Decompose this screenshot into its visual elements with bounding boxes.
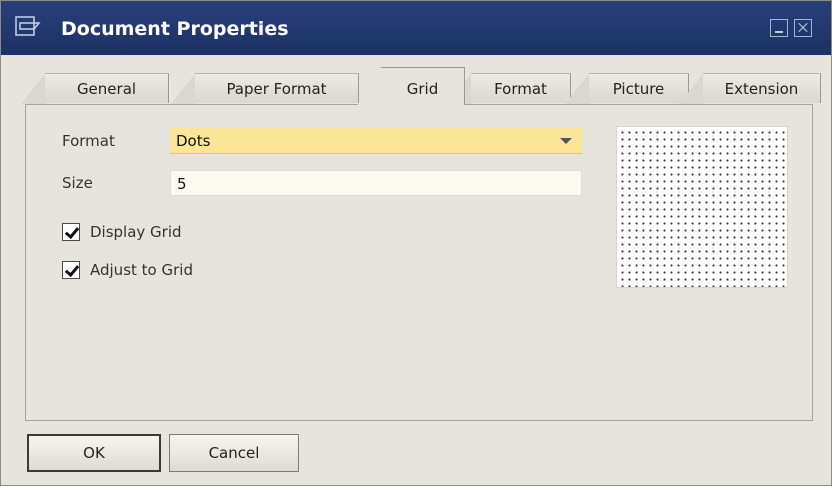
format-value: Dots	[176, 132, 211, 150]
format-dropdown[interactable]: Dots	[170, 128, 582, 154]
size-value: 5	[177, 175, 187, 193]
tab-label: Paper Format	[226, 80, 327, 98]
minimize-button[interactable]	[770, 19, 788, 37]
size-input[interactable]: 5	[170, 170, 582, 196]
tab-picture[interactable]: Picture	[565, 73, 689, 104]
ok-button[interactable]: OK	[27, 434, 161, 472]
tab-extension[interactable]: Extension	[679, 73, 821, 104]
tab-grid[interactable]: Grid	[357, 67, 465, 106]
tab-label: Picture	[612, 80, 665, 98]
tab-label: Grid	[406, 80, 439, 98]
close-button[interactable]	[794, 19, 812, 37]
window-title: Document Properties	[61, 18, 289, 40]
tab-label: Extension	[724, 80, 799, 98]
document-properties-dialog: Document Properties General Paper Format…	[0, 0, 832, 486]
title-bar[interactable]: Document Properties	[1, 1, 831, 55]
tab-label: General	[76, 80, 137, 98]
tab-format[interactable]: Format	[447, 73, 571, 104]
cancel-button[interactable]: Cancel	[169, 434, 299, 472]
document-icon	[15, 16, 41, 36]
display-grid-label: Display Grid	[90, 223, 182, 241]
adjust-grid-checkbox[interactable]	[62, 261, 80, 279]
format-label: Format	[62, 132, 115, 150]
tab-general[interactable]: General	[21, 73, 169, 104]
display-grid-checkbox[interactable]	[62, 223, 80, 241]
tab-paper-format[interactable]: Paper Format	[171, 73, 359, 104]
size-label: Size	[62, 174, 93, 192]
chevron-down-icon[interactable]	[560, 138, 572, 144]
tab-strip: General Paper Format Grid Format Picture…	[21, 65, 823, 106]
adjust-grid-label: Adjust to Grid	[90, 261, 193, 279]
grid-tab-panel: Format Dots Size 5 Display Grid Adjust t…	[25, 104, 813, 421]
tab-label: Format	[494, 80, 547, 98]
grid-preview	[616, 126, 788, 288]
